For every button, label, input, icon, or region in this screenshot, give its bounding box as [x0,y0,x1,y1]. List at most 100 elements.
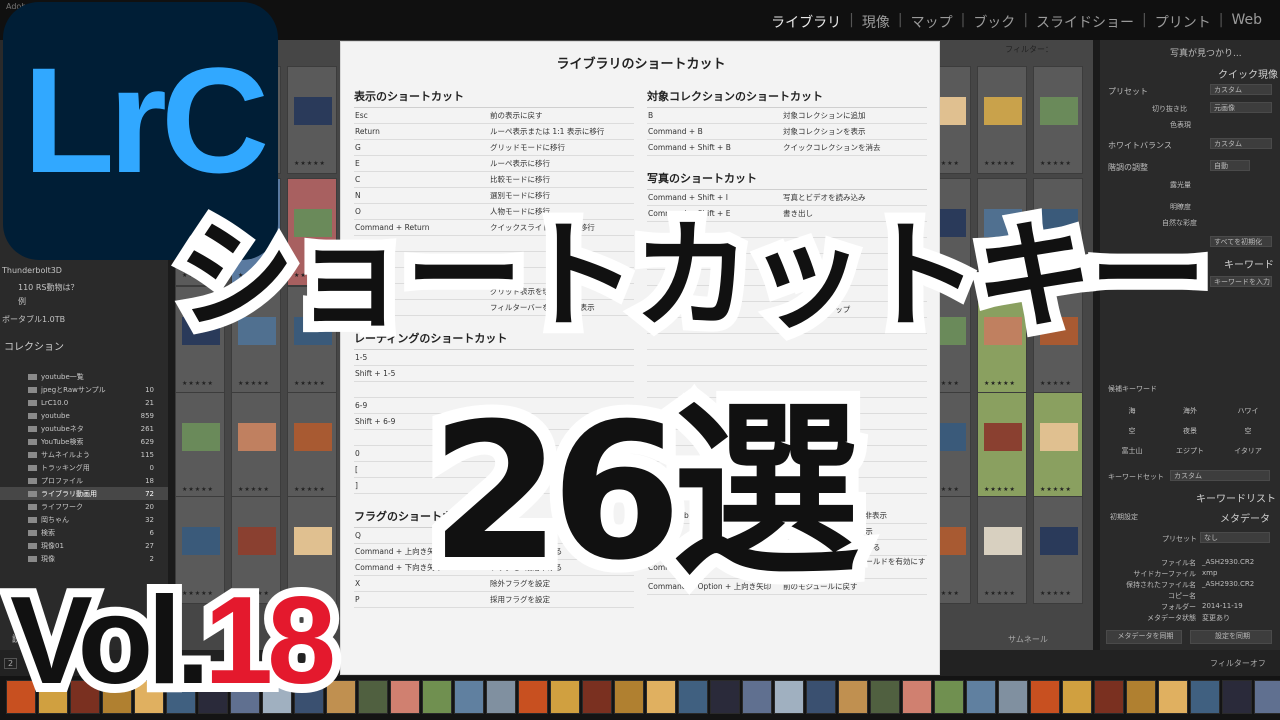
filmstrip-thumbnail[interactable] [326,680,356,714]
thumbnail[interactable] [984,527,1022,555]
filmstrip-thumbnail[interactable] [582,680,612,714]
quick-develop-header[interactable]: クイック現像 [1218,66,1278,81]
meta-preset-select[interactable]: なし [1200,532,1270,543]
grid-cell[interactable]: ★★★★★ [1033,392,1083,500]
collection-item[interactable]: 現像 2 [0,552,168,565]
auto-tone-button[interactable]: 自動 [1210,160,1250,171]
star-rating[interactable]: ★★★★★ [238,486,270,493]
collection-item[interactable]: ライブラリ動画用 72 [0,487,168,500]
filmstrip-thumbnail[interactable] [1222,680,1252,714]
grid-cell[interactable]: ★★★★★ [231,392,281,500]
filmstrip-thumbnail[interactable] [774,680,804,714]
thumbnail[interactable] [1040,423,1078,451]
star-rating[interactable]: ★★★★★ [182,380,214,387]
filmstrip-thumbnail[interactable] [422,680,452,714]
sync-metadata-button[interactable]: メタデータを同期 [1106,630,1182,644]
filmstrip-thumbnail[interactable] [614,680,644,714]
collection-item[interactable]: 現像01 27 [0,539,168,552]
filmstrip-thumbnail[interactable] [454,680,484,714]
thumbnail[interactable] [238,527,276,555]
thumbnail[interactable] [1040,97,1078,125]
collection-item[interactable]: youtubeネタ 261 [0,422,168,435]
module-map[interactable]: マップ [903,12,961,32]
filter-label[interactable]: フィルター： [1005,44,1053,55]
collection-item[interactable]: youtube一覧 [0,370,168,383]
filmstrip-thumbnail[interactable] [646,680,676,714]
module-library[interactable]: ライブラリ [763,12,849,32]
thumbnail[interactable] [182,423,220,451]
collection-item[interactable]: jpegとRawサンプル 10 [0,383,168,396]
collection-item[interactable]: プロファイル 18 [0,474,168,487]
star-rating[interactable]: ★★★★★ [294,380,326,387]
star-rating[interactable]: ★★★★★ [1040,160,1072,167]
collection-item[interactable]: youtube 859 [0,409,168,422]
star-rating[interactable]: ★★★★★ [238,380,270,387]
module-print[interactable]: プリント [1147,12,1219,32]
filmstrip-thumbnail[interactable] [934,680,964,714]
collection-item[interactable]: LrC10.0 21 [0,396,168,409]
filmstrip-thumbnail[interactable] [1158,680,1188,714]
collection-item[interactable]: トラッキング用 0 [0,461,168,474]
keyword-suggestion[interactable]: 富士山 [1104,446,1160,456]
star-rating[interactable]: ★★★★★ [984,380,1016,387]
module-web[interactable]: Web [1223,12,1270,32]
grid-cell[interactable]: ★★★★★ [1033,496,1083,604]
filmstrip-thumbnail[interactable] [678,680,708,714]
module-book[interactable]: ブック [965,12,1023,32]
sync-settings-button[interactable]: 設定を同期 [1190,630,1272,644]
thumbnail[interactable] [984,97,1022,125]
keyword-suggestion[interactable]: 海外 [1162,406,1218,416]
keyword-suggestion[interactable]: エジプト [1162,446,1218,456]
collection-item[interactable]: サムネイルよう 115 [0,448,168,461]
grid-cell[interactable]: ★★★★★ [1033,66,1083,174]
grid-cell[interactable]: ★★★★★ [287,392,337,500]
star-rating[interactable]: ★★★★★ [294,486,326,493]
star-rating[interactable]: ★★★★★ [984,160,1016,167]
grid-cell[interactable]: ★★★★★ [977,496,1027,604]
metadata-preset-select[interactable]: 初期設定 [1110,512,1138,522]
preset-select[interactable]: カスタム [1210,84,1272,95]
star-rating[interactable]: ★★★★★ [1040,590,1072,597]
filmstrip-thumbnail[interactable] [518,680,548,714]
star-rating[interactable]: ★★★★★ [1040,486,1072,493]
star-rating[interactable]: ★★★★★ [984,590,1016,597]
keyword-list-header[interactable]: キーワードリスト [1196,490,1276,505]
metadata-header[interactable]: メタデータ [1220,510,1270,525]
filter-off-button[interactable]: フィルターオフ [1210,658,1266,669]
thumbnail[interactable] [238,423,276,451]
filmstrip-thumbnail[interactable] [710,680,740,714]
filmstrip-thumbnail[interactable] [998,680,1028,714]
keyword-suggestion[interactable]: ハワイ [1220,406,1276,416]
filmstrip-thumbnail[interactable] [902,680,932,714]
collection-item[interactable]: YouTube検索 629 [0,435,168,448]
star-rating[interactable]: ★★★★★ [294,160,326,167]
filmstrip-thumbnail[interactable] [390,680,420,714]
thumbnail[interactable] [294,97,332,125]
keyword-suggestion[interactable]: 空 [1104,426,1160,436]
grid-cell[interactable]: ★★★★★ [287,66,337,174]
filmstrip-thumbnail[interactable] [1190,680,1220,714]
filmstrip-thumbnail[interactable] [1062,680,1092,714]
thumbnail[interactable] [294,423,332,451]
module-develop[interactable]: 現像 [854,12,898,32]
filmstrip-thumbnail[interactable] [870,680,900,714]
thumbnail[interactable] [1040,527,1078,555]
filmstrip-thumbnail[interactable] [358,680,388,714]
filmstrip-thumbnail[interactable] [742,680,772,714]
grid-cell[interactable]: ★★★★★ [977,392,1027,500]
keyword-suggestion[interactable]: 海 [1104,406,1160,416]
grid-cell[interactable]: ★★★★★ [977,66,1027,174]
keyword-suggestion[interactable]: イタリア [1220,446,1276,456]
filmstrip-thumbnail[interactable] [1254,680,1280,714]
filmstrip-thumbnail[interactable] [806,680,836,714]
collection-item[interactable]: ライフワーク 20 [0,500,168,513]
filmstrip-thumbnail[interactable] [1030,680,1060,714]
wb-select[interactable]: カスタム [1210,138,1272,149]
star-rating[interactable]: ★★★★★ [1040,380,1072,387]
thumbnail[interactable] [182,527,220,555]
crop-select[interactable]: 元画像 [1210,102,1272,113]
filmstrip-thumbnail[interactable] [486,680,516,714]
star-rating[interactable]: ★★★★★ [984,486,1016,493]
thumbnail[interactable] [984,423,1022,451]
keyword-suggestion[interactable]: 夜景 [1162,426,1218,436]
